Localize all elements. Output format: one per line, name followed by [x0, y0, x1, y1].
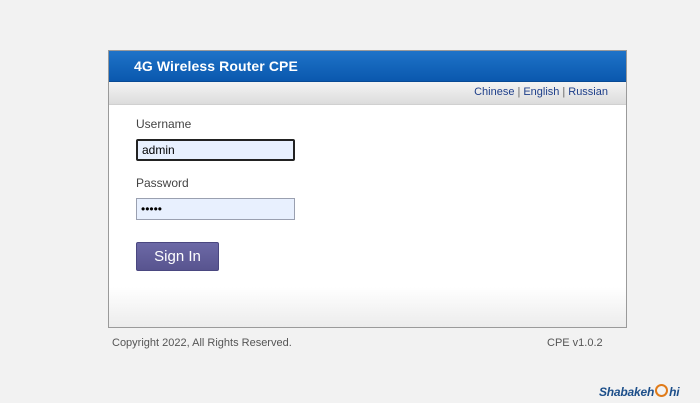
page-title: 4G Wireless Router CPE: [134, 58, 298, 74]
username-input[interactable]: [136, 139, 295, 161]
language-separator: |: [517, 86, 521, 98]
language-link-english[interactable]: English: [523, 86, 559, 98]
language-links: Chinese | English | Russian: [474, 86, 608, 98]
watermark-text-end: hi: [669, 385, 680, 399]
copyright-text: Copyright 2022, All Rights Reserved.: [112, 337, 292, 349]
language-link-russian[interactable]: Russian: [568, 86, 608, 98]
username-label: Username: [136, 117, 192, 131]
watermark-text-start: Shabakeh: [599, 385, 655, 399]
language-separator: |: [562, 86, 566, 98]
password-input[interactable]: [136, 198, 295, 220]
language-link-chinese[interactable]: Chinese: [474, 86, 514, 98]
login-panel: 4G Wireless Router CPE Chinese | English | R…: [108, 50, 627, 328]
sign-in-button[interactable]: Sign In: [136, 242, 219, 271]
login-form: Username Password Sign In: [109, 105, 626, 327]
watermark-ring-icon: [655, 384, 669, 397]
watermark-logo: Shabakeh hi: [599, 384, 700, 402]
header-bar: 4G Wireless Router CPE: [109, 51, 626, 82]
language-bar: Chinese | English | Russian: [109, 82, 626, 105]
version-text: CPE v1.0.2: [547, 337, 603, 349]
password-label: Password: [136, 176, 189, 190]
